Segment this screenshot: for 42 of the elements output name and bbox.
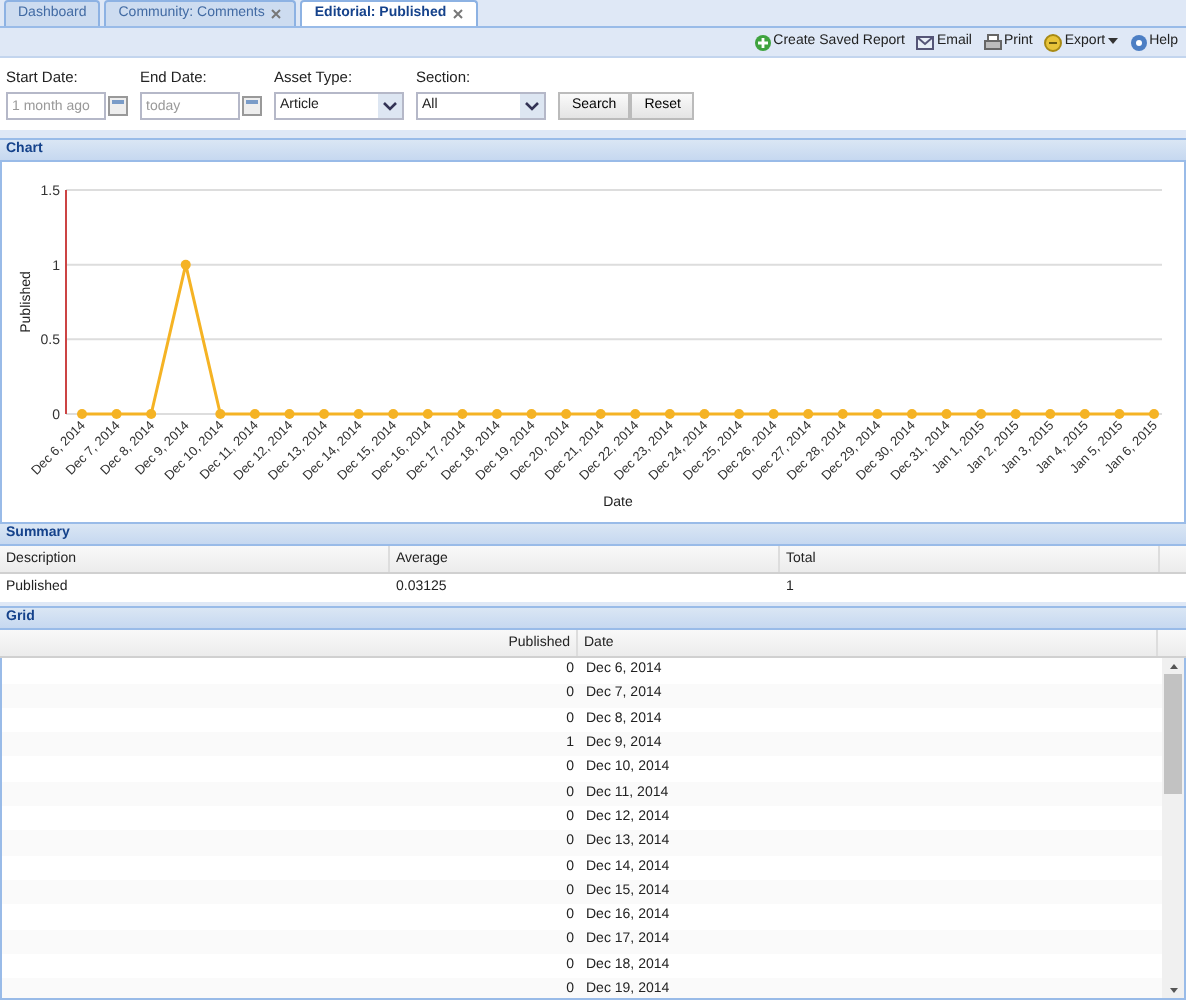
data-point [388, 409, 399, 420]
data-point [734, 409, 745, 420]
data-point [146, 409, 157, 420]
data-point [353, 409, 364, 420]
data-point [215, 409, 226, 420]
help-icon [1129, 33, 1148, 51]
calendar-icon[interactable] [108, 96, 128, 117]
add-icon [753, 33, 772, 51]
data-point [1114, 409, 1125, 420]
data-point [595, 409, 606, 420]
scroll-down-icon[interactable] [1165, 982, 1181, 998]
data-point [941, 409, 952, 420]
export-icon [1044, 33, 1063, 51]
data-point [180, 260, 191, 271]
printer-icon [983, 33, 1002, 51]
data-point [111, 409, 122, 420]
data-point [457, 409, 468, 420]
data-point [284, 409, 295, 420]
data-point [1079, 409, 1090, 420]
scroll-thumb[interactable] [1164, 674, 1182, 795]
data-point [491, 409, 502, 420]
data-point [664, 409, 675, 420]
data-point [837, 409, 848, 420]
data-point [1149, 409, 1159, 420]
data-point [249, 409, 260, 420]
data-point [699, 409, 710, 420]
calendar-icon[interactable] [242, 96, 262, 117]
envelope-icon [916, 33, 935, 51]
data-point [77, 409, 87, 420]
data-point [1045, 409, 1056, 420]
data-point [768, 409, 779, 420]
data-point [561, 409, 572, 420]
data-point [630, 409, 641, 420]
data-point [906, 409, 917, 420]
scrollbar[interactable] [1162, 658, 1184, 998]
data-point [803, 409, 814, 420]
data-point [976, 409, 987, 420]
data-point [1010, 409, 1021, 420]
data-point [319, 409, 330, 420]
data-point [422, 409, 433, 420]
data-point [526, 409, 537, 420]
data-point [872, 409, 883, 420]
